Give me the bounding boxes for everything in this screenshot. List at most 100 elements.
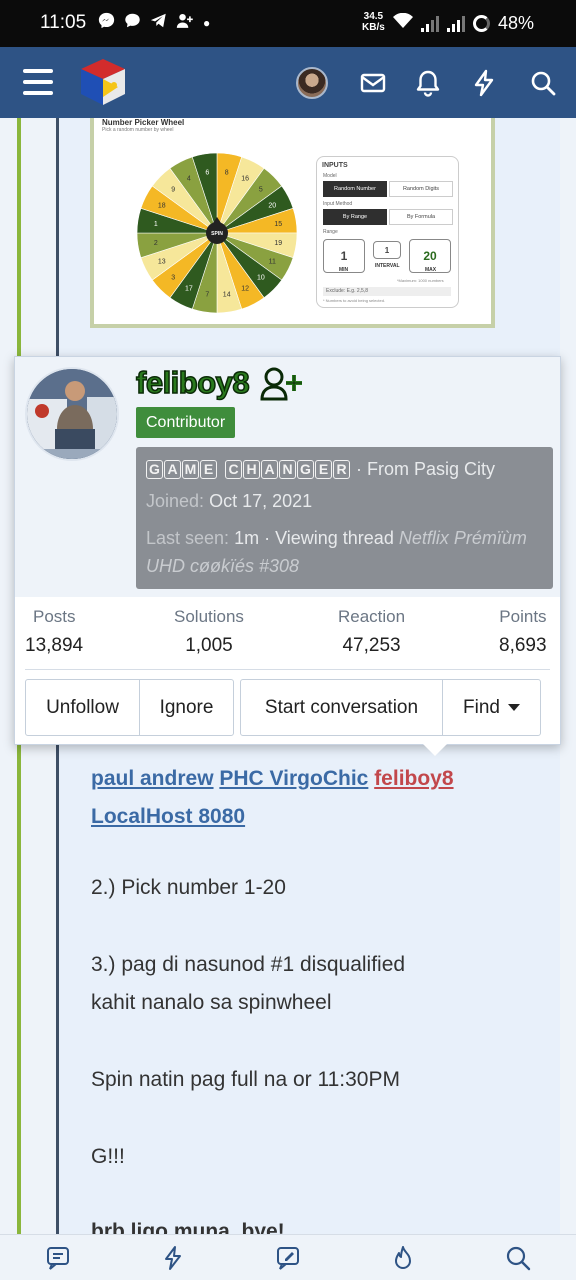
- add-user-icon: [176, 12, 194, 34]
- random-number-option: Random Number: [323, 181, 387, 197]
- user-avatar[interactable]: [296, 67, 328, 99]
- divider: [25, 669, 550, 670]
- embedded-image[interactable]: Number Picker Wheel Pick a random number…: [90, 118, 495, 328]
- wheel-number: 12: [241, 286, 249, 293]
- wheel-number: 11: [269, 259, 276, 266]
- game-changer-banner: GAMECHANGER: [146, 460, 350, 479]
- member-location: · From Pasig City: [356, 459, 496, 479]
- post-line: 2.) Pick number 1-20: [91, 876, 286, 899]
- maximum-note: *Maximum: 1000 numbers: [397, 278, 444, 283]
- wheel-number: 10: [257, 274, 265, 281]
- wheel-number: 14: [223, 292, 231, 299]
- wheel-number: 9: [171, 187, 175, 194]
- unfollow-button[interactable]: Unfollow: [25, 679, 140, 736]
- menu-icon[interactable]: [23, 69, 53, 95]
- joined-label: Joined:: [146, 491, 205, 511]
- wheel-number: 4: [187, 175, 191, 182]
- bell-icon[interactable]: [414, 69, 442, 97]
- wifi-icon: [393, 12, 413, 34]
- by-formula-option: By Formula: [389, 209, 453, 225]
- stat-posts[interactable]: Posts 13,894: [25, 607, 83, 657]
- mention-link[interactable]: feliboy8: [374, 767, 453, 790]
- joined-date: Oct 17, 2021: [209, 491, 313, 511]
- role-badge: Contributor: [136, 407, 236, 438]
- by-range-option: By Range: [323, 209, 387, 225]
- model-label: Model: [323, 173, 337, 179]
- find-button[interactable]: Find: [442, 679, 541, 736]
- max-label: MAX: [425, 267, 437, 273]
- interval-label: INTERVAL: [375, 263, 400, 269]
- member-actions: Unfollow Ignore Start conversation Find: [25, 679, 542, 736]
- wheel-number: 17: [185, 286, 193, 293]
- number-wheel: 8 16 5 20 15 19 11 10 12 14 7 17 3 13 2 1 18 9 4 6 SPIN: [136, 152, 298, 314]
- wheel-number: 1: [154, 221, 158, 228]
- wheel-number: 19: [274, 240, 282, 247]
- mention-link[interactable]: LocalHost 8080: [91, 805, 245, 828]
- find-label: Find: [463, 696, 500, 718]
- wheel-number: 3: [171, 274, 175, 281]
- interval-value: 1: [373, 241, 401, 259]
- post-thread-icon[interactable]: [275, 1245, 301, 1271]
- inputs-title: INPUTS: [322, 162, 348, 169]
- stat-points[interactable]: Points 8,693: [499, 607, 547, 657]
- wheel-subtitle: Pick a random number by wheel: [102, 127, 174, 133]
- wheel-number: 20: [268, 202, 276, 209]
- battery-level: 48%: [498, 13, 535, 33]
- last-seen-label: Last seen:: [146, 528, 230, 548]
- signal-icon-1: [421, 15, 439, 32]
- member-stats: Posts 13,894 Solutions 1,005 Reaction 47…: [15, 607, 560, 669]
- member-info-box: GAMECHANGER · From Pasig City Joined: Oc…: [136, 447, 553, 589]
- post-line: 3.) pag di nasunod #1 disqualified: [91, 953, 406, 976]
- site-header: [0, 47, 576, 118]
- site-logo[interactable]: [78, 57, 128, 107]
- notification-icons: ●: [98, 12, 210, 34]
- exclude-field: Exclude: E.g. 2,5,8: [323, 287, 451, 296]
- exclude-note: * Numbers to avoid being selected.: [323, 298, 386, 303]
- mention-link[interactable]: PHC VirgoChic: [219, 767, 368, 790]
- wheel-number: 18: [158, 202, 166, 209]
- whats-new-icon[interactable]: [160, 1245, 186, 1271]
- stat-reactions[interactable]: Reaction 47,253: [338, 607, 405, 657]
- signal-icon-2: [447, 15, 465, 32]
- post-line: kahit nanalo sa spinwheel: [91, 991, 332, 1014]
- mail-icon[interactable]: [359, 69, 387, 97]
- min-label: MIN: [339, 267, 349, 273]
- post-line: Spin natin pag full na or 11:30PM: [91, 1068, 400, 1091]
- search-icon[interactable]: [529, 69, 557, 97]
- mention-link[interactable]: paul andrew: [91, 767, 214, 790]
- range-label: Range: [323, 229, 338, 235]
- ignore-button[interactable]: Ignore: [139, 679, 234, 736]
- bottom-navigation: [0, 1234, 576, 1280]
- tooltip-arrow: [422, 743, 448, 756]
- member-card-header: feliboy8 Contributor GAMECHANGER · From …: [15, 357, 560, 597]
- wheel-number: 5: [259, 187, 263, 194]
- status-bar: 11:05 ● 34.5 KB/s 48%: [0, 0, 576, 47]
- wheel-number: 13: [158, 259, 166, 266]
- messenger-icon: [98, 12, 115, 34]
- bolt-icon[interactable]: [470, 69, 498, 97]
- method-label: Input Method: [323, 201, 353, 207]
- wheel-number: 2: [154, 240, 158, 247]
- inputs-panel: INPUTS Model Random Number Random Digits…: [316, 156, 459, 308]
- wheel-number: 16: [241, 175, 249, 182]
- search-icon[interactable]: [505, 1245, 531, 1271]
- caret-down-icon: [507, 703, 520, 711]
- mentions-line: paul andrew PHC VirgoChic feliboy8 Local…: [91, 760, 511, 836]
- wheel-number: 15: [274, 221, 282, 228]
- telegram-icon: [150, 12, 167, 34]
- member-username[interactable]: feliboy8: [135, 364, 250, 401]
- follow-icon[interactable]: [260, 367, 306, 401]
- forums-icon[interactable]: [45, 1245, 71, 1271]
- wheel-number: 7: [205, 292, 209, 299]
- start-conversation-button[interactable]: Start conversation: [240, 679, 443, 736]
- trending-icon[interactable]: [390, 1245, 416, 1271]
- post-line: G!!!: [91, 1145, 125, 1168]
- member-avatar[interactable]: [25, 367, 119, 461]
- stat-solutions[interactable]: Solutions 1,005: [174, 607, 244, 657]
- wheel-number: 8: [225, 169, 229, 176]
- wheel-number: 6: [205, 169, 209, 176]
- random-digits-option: Random Digits: [389, 181, 453, 197]
- dot-icon: ●: [203, 16, 211, 30]
- network-speed: 34.5 KB/s: [362, 11, 385, 33]
- wheel-title: Number Picker Wheel: [102, 118, 185, 127]
